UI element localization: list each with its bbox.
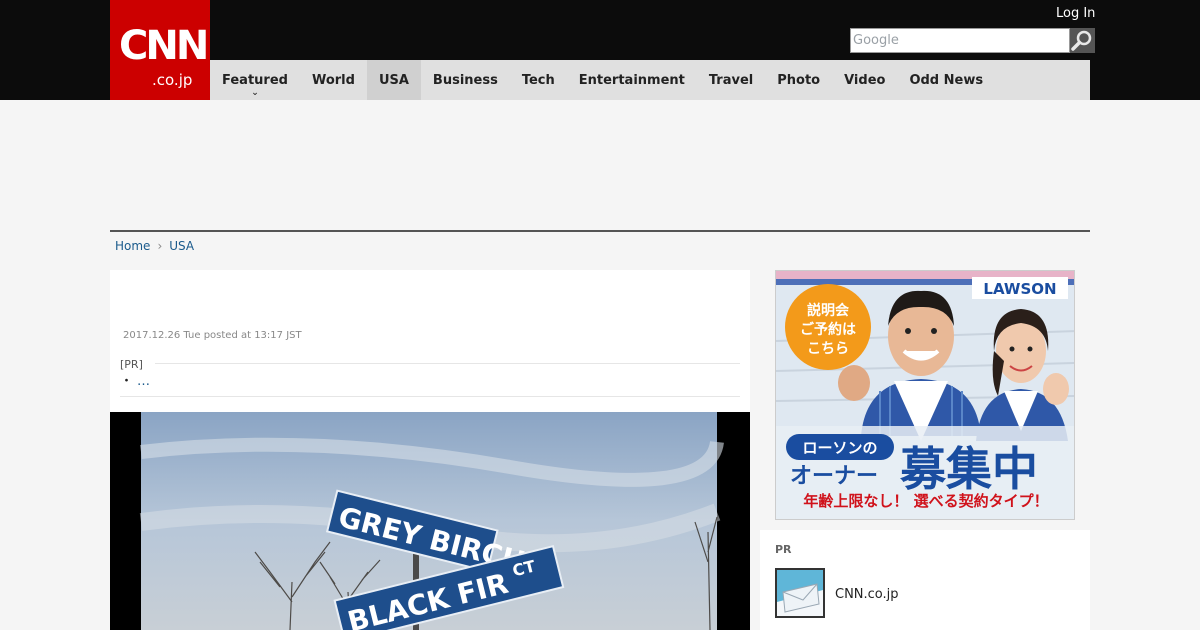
pr-label: [PR]: [120, 358, 143, 371]
bullet-icon: ・: [120, 374, 134, 389]
divider: [120, 396, 740, 397]
nav-usa-label: USA: [378, 72, 409, 88]
pr-item-name[interactable]: CNN.co.jp: [835, 587, 899, 603]
nav-travel[interactable]: Travel: [697, 60, 765, 100]
ad-tag: ローソンの: [802, 439, 877, 457]
ad-tagline: 年齢上限なし！ 選べる契約タイプ！: [803, 492, 1048, 510]
pr-link-text: …: [137, 374, 151, 389]
chevron-down-icon: ⌄: [251, 88, 259, 98]
nav-tech-label: Tech: [521, 72, 555, 88]
ad-bubble-line-1: 説明会: [807, 302, 850, 319]
article-header-card: 2017.12.26 Tue posted at 13:17 JST [PR] …: [110, 270, 750, 412]
nav-photo[interactable]: Photo: [765, 60, 832, 100]
main-nav: Featured ⌄ World USA Business Tech Enter…: [210, 60, 1090, 100]
nav-entertainment[interactable]: Entertainment: [567, 60, 697, 100]
nav-business[interactable]: Business: [421, 60, 510, 100]
logo-sub-text: .co.jp: [152, 71, 193, 89]
breadcrumb-usa[interactable]: USA: [169, 237, 194, 255]
breadcrumb: Home › USA: [115, 237, 194, 255]
nav-entertainment-label: Entertainment: [578, 72, 685, 88]
pr-thumbnail[interactable]: [775, 568, 825, 618]
divider: [155, 363, 740, 364]
nav-featured[interactable]: Featured ⌄: [210, 60, 300, 100]
logo-main-text: CNN: [119, 23, 209, 69]
nav-featured-label: Featured: [222, 72, 288, 88]
nav-world-label: World: [311, 72, 355, 88]
search-input[interactable]: [850, 28, 1070, 53]
nav-video[interactable]: Video: [832, 60, 897, 100]
ad-headline: 募集中: [899, 442, 1038, 496]
nav-video-label: Video: [844, 72, 886, 88]
article-photo: GREY BIRCH BLACK FIR CT: [110, 412, 750, 630]
chevron-right-icon: ›: [157, 239, 163, 253]
search-button[interactable]: [1070, 28, 1095, 53]
search-icon: [1071, 30, 1092, 51]
lawson-ad-banner[interactable]: LAWSON 説明会 ご予約は こちら ローソンの オーナー 募集中 年齢上限な…: [775, 270, 1075, 520]
pr-box-title: PR: [775, 543, 792, 556]
login-link[interactable]: Log In: [1056, 6, 1095, 22]
section-divider: [110, 230, 1090, 232]
nav-world[interactable]: World: [300, 60, 367, 100]
nav-travel-label: Travel: [708, 72, 754, 88]
cnn-logo[interactable]: CNN .co.jp: [110, 0, 210, 100]
ad-bubble-line-3: こちら: [807, 341, 849, 357]
nav-odd-news-label: Odd News: [909, 72, 984, 88]
mail-icon: [777, 570, 823, 616]
nav-tech[interactable]: Tech: [510, 60, 567, 100]
breadcrumb-home[interactable]: Home: [115, 237, 150, 255]
posted-timestamp: 2017.12.26 Tue posted at 13:17 JST: [123, 330, 302, 341]
nav-business-label: Business: [432, 72, 498, 88]
ad-sub-left: オーナー: [790, 464, 878, 489]
nav-odd-news[interactable]: Odd News: [897, 60, 995, 100]
nav-usa[interactable]: USA: [366, 60, 421, 100]
pr-box: PR CNN.co.jp: [760, 530, 1090, 630]
ad-brand: LAWSON: [983, 280, 1056, 298]
nav-photo-label: Photo: [777, 72, 821, 88]
pr-link-item[interactable]: ・…: [120, 374, 150, 390]
ad-bubble-line-2: ご予約は: [800, 321, 856, 338]
